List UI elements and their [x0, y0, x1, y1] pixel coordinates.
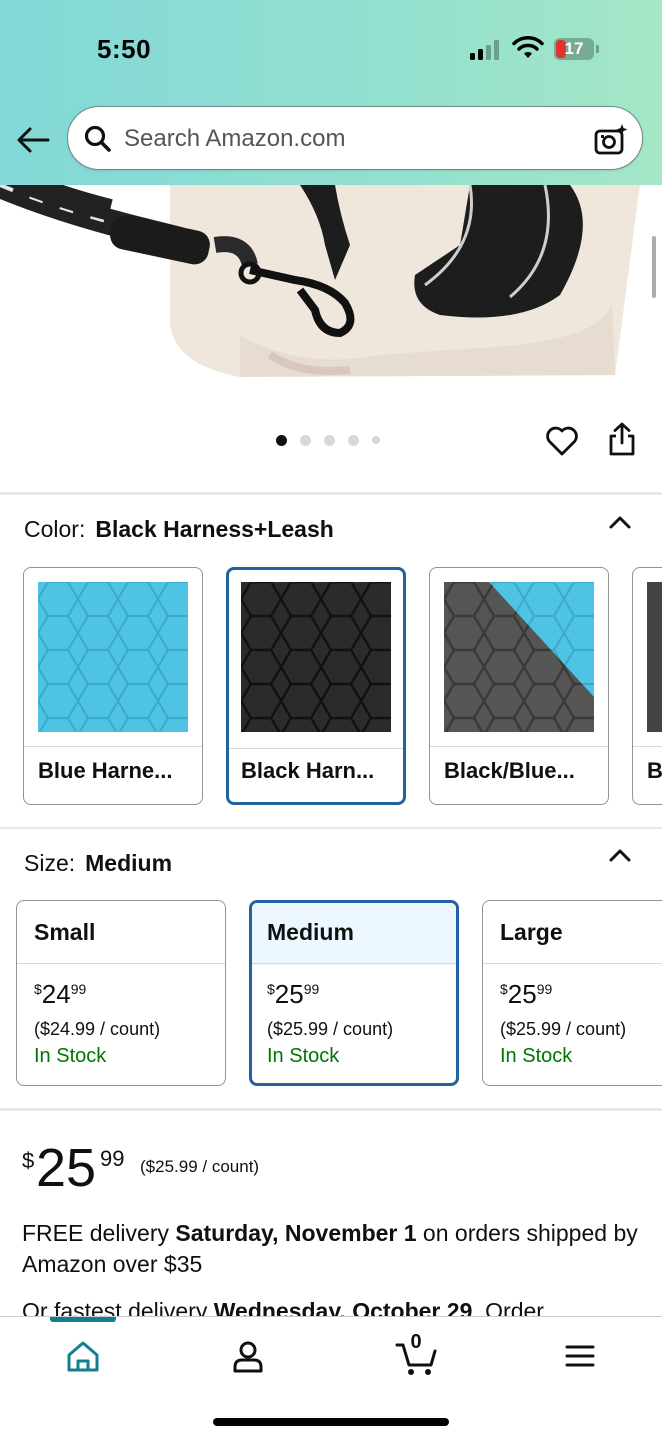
nav-home-button[interactable]	[48, 1335, 118, 1395]
size-option-name: Medium	[267, 919, 354, 945]
size-option-large[interactable]: Large $2599 ($25.99 / count) In Stock	[482, 900, 662, 1086]
size-option-unit-price: ($25.99 / count)	[500, 1019, 627, 1039]
carousel-dot[interactable]	[324, 434, 335, 446]
section-divider	[0, 1108, 662, 1111]
size-option-unit-price: ($25.99 / count)	[267, 1019, 394, 1039]
size-selector-label: Size: Medium	[24, 850, 172, 877]
cart-count: 0	[410, 1331, 422, 1353]
size-option-name: Large	[500, 919, 563, 945]
home-indicator[interactable]	[213, 1418, 449, 1426]
size-option-price: $2599	[267, 979, 320, 1009]
stock-status: In Stock	[500, 1045, 573, 1067]
camera-search-icon[interactable]	[594, 123, 628, 157]
search-input[interactable]	[124, 107, 564, 171]
color-option-label: Blue Harne...	[38, 758, 173, 783]
price-whole: 25	[36, 1138, 97, 1198]
fabric-swatch	[647, 582, 662, 732]
size-label: Size:	[24, 850, 76, 876]
size-option-price: $2599	[500, 979, 553, 1009]
color-option-label: Black Harn...	[241, 758, 375, 783]
color-option-label: B	[647, 758, 662, 783]
image-carousel-dots[interactable]	[276, 433, 380, 447]
share-icon[interactable]	[606, 421, 638, 457]
delivery-info: FREE delivery Saturday, November 1 on or…	[22, 1220, 638, 1277]
status-time: 5:50	[97, 34, 152, 64]
color-option-black[interactable]: Black Harn...	[226, 567, 406, 805]
account-icon	[233, 1341, 263, 1373]
selected-size: Medium	[85, 850, 173, 876]
nav-account-button[interactable]	[213, 1335, 283, 1395]
size-option-small[interactable]: Small $2499 ($24.99 / count) In Stock	[16, 900, 226, 1086]
app-header: 5:50 17	[0, 0, 662, 185]
color-option-black-blue[interactable]: Black/Blue...	[429, 567, 609, 805]
stock-status: In Stock	[267, 1045, 340, 1067]
price-currency: $	[22, 1148, 35, 1173]
size-option-price: $2499	[34, 979, 87, 1009]
size-option-medium[interactable]: Medium $2599 ($25.99 / count) In Stock	[249, 900, 459, 1086]
stock-status: In Stock	[34, 1045, 107, 1067]
battery-level: 17	[564, 39, 584, 58]
scrollbar[interactable]	[652, 236, 656, 298]
color-selector-label: Color: Black Harness+Leash	[24, 516, 334, 543]
wifi-icon	[512, 36, 544, 58]
dog-harness-photo	[0, 185, 662, 385]
home-icon	[67, 1341, 99, 1372]
search-bar[interactable]	[67, 106, 643, 171]
nav-menu-button[interactable]	[545, 1335, 615, 1395]
black-blue-fabric-swatch	[444, 582, 594, 732]
search-icon	[84, 125, 111, 152]
carousel-dot[interactable]	[372, 436, 380, 444]
menu-icon	[565, 1345, 595, 1367]
size-option-unit-price: ($24.99 / count)	[34, 1019, 161, 1039]
heart-icon[interactable]	[545, 425, 579, 457]
blue-fabric-swatch	[38, 582, 188, 732]
color-option-label: Black/Blue...	[444, 758, 575, 783]
active-tab-indicator	[50, 1317, 116, 1322]
fastest-delivery-date: Wednesday, October 29	[213, 1298, 473, 1316]
product-image[interactable]	[0, 185, 662, 385]
selected-color: Black Harness+Leash	[95, 516, 334, 542]
delivery-date[interactable]: Saturday, November 1	[175, 1220, 416, 1246]
carousel-dot[interactable]	[348, 434, 359, 446]
cellular-signal-icon	[470, 40, 499, 60]
black-fabric-swatch	[241, 582, 391, 732]
color-label: Color:	[24, 516, 86, 542]
section-divider	[0, 492, 662, 495]
chevron-up-icon[interactable]	[608, 514, 632, 530]
carousel-dot[interactable]	[276, 434, 287, 446]
size-option-name: Small	[34, 919, 96, 945]
section-divider	[0, 827, 662, 829]
fastest-delivery-info: Or fastest delivery Wednesday, October 2…	[22, 1298, 662, 1316]
chevron-up-icon[interactable]	[608, 847, 632, 863]
nav-cart-button[interactable]: 0	[380, 1331, 450, 1395]
carousel-dot[interactable]	[300, 434, 311, 446]
battery-icon: 17	[554, 38, 594, 60]
color-option-blue[interactable]: Blue Harne...	[23, 567, 203, 805]
color-option-partial[interactable]: B	[632, 567, 662, 805]
price-fraction: 99	[100, 1146, 125, 1171]
price-per-unit: ($25.99 / count)	[140, 1157, 260, 1176]
back-arrow-icon[interactable]	[16, 124, 50, 156]
